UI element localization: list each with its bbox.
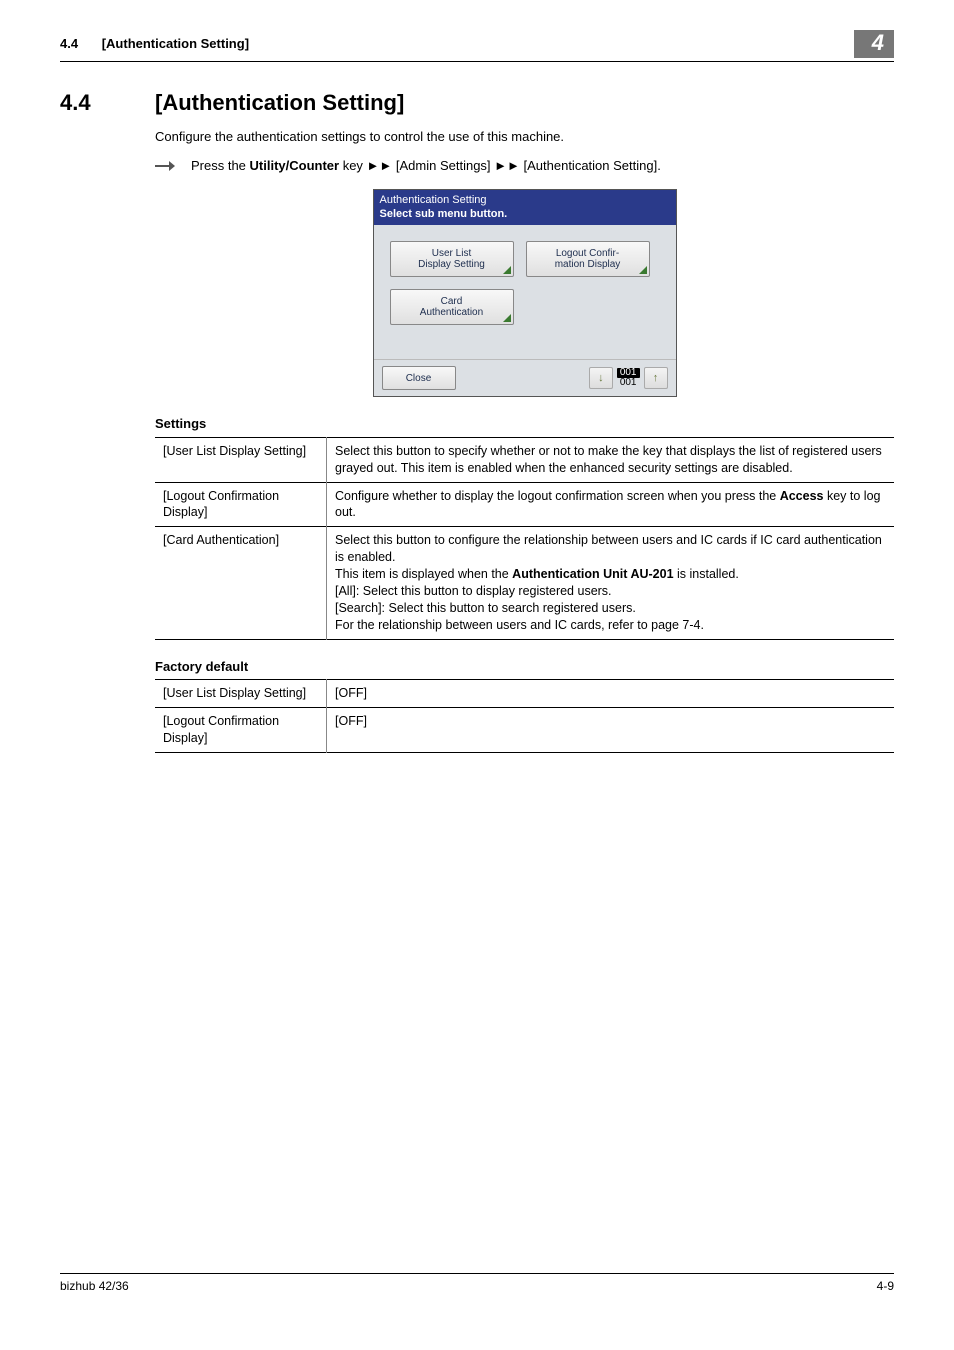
section-number: 4.4 xyxy=(60,88,155,118)
intro-paragraph: Configure the authentication settings to… xyxy=(155,128,894,146)
triangle-icon xyxy=(503,314,511,322)
table-row: [User List Display Setting] Select this … xyxy=(155,437,894,482)
setting-desc: Select this button to specify whether or… xyxy=(327,437,895,482)
default-value: [OFF] xyxy=(327,708,895,753)
header-left: 4.4 [Authentication Setting] xyxy=(60,35,249,53)
default-name: [User List Display Setting] xyxy=(155,680,327,708)
setting-name: [Card Authentication] xyxy=(155,527,327,639)
device-button-userlist[interactable]: User List Display Setting xyxy=(390,241,514,277)
device-close-button[interactable]: Close xyxy=(382,366,456,390)
default-name: [Logout Confirmation Display] xyxy=(155,708,327,753)
setting-name: [Logout Confirmation Display] xyxy=(155,482,327,527)
chapter-badge: 4 xyxy=(854,30,894,58)
table-row: [Card Authentication] Select this button… xyxy=(155,527,894,639)
section-title-text: [Authentication Setting] xyxy=(155,88,404,118)
arrow-right-icon xyxy=(155,160,175,172)
navigation-line: Press the Utility/Counter key ►► [Admin … xyxy=(155,157,894,175)
table-row: [User List Display Setting] [OFF] xyxy=(155,680,894,708)
footer-left: bizhub 42/36 xyxy=(60,1278,129,1294)
triangle-icon xyxy=(503,266,511,274)
default-value: [OFF] xyxy=(327,680,895,708)
settings-table: [User List Display Setting] Select this … xyxy=(155,437,894,640)
page-up-icon[interactable]: ↑ xyxy=(644,367,668,389)
defaults-table: [User List Display Setting] [OFF] [Logou… xyxy=(155,679,894,753)
device-screenshot: Authentication Setting Select sub menu b… xyxy=(373,189,677,398)
setting-desc: Select this button to configure the rela… xyxy=(327,527,895,639)
device-button-cardauth[interactable]: Card Authentication xyxy=(390,289,514,325)
header-section-title: [Authentication Setting] xyxy=(102,36,249,51)
device-pager: ↓ 001 001 ↑ xyxy=(589,367,668,389)
defaults-heading: Factory default xyxy=(155,658,894,676)
section-heading: 4.4 [Authentication Setting] xyxy=(60,88,894,118)
device-header: Authentication Setting Select sub menu b… xyxy=(374,190,676,226)
footer-right: 4-9 xyxy=(877,1278,894,1294)
settings-heading: Settings xyxy=(155,415,894,433)
page-count: 001 001 xyxy=(617,368,640,388)
setting-name: [User List Display Setting] xyxy=(155,437,327,482)
page-footer: bizhub 42/36 4-9 xyxy=(60,1273,894,1294)
running-header: 4.4 [Authentication Setting] 4 xyxy=(60,0,894,62)
table-row: [Logout Confirmation Display] Configure … xyxy=(155,482,894,527)
triangle-icon xyxy=(639,266,647,274)
setting-desc: Configure whether to display the logout … xyxy=(327,482,895,527)
table-row: [Logout Confirmation Display] [OFF] xyxy=(155,708,894,753)
page-down-icon[interactable]: ↓ xyxy=(589,367,613,389)
header-section-number: 4.4 xyxy=(60,36,78,51)
device-button-logout[interactable]: Logout Confir- mation Display xyxy=(526,241,650,277)
navigation-text: Press the Utility/Counter key ►► [Admin … xyxy=(191,157,661,175)
